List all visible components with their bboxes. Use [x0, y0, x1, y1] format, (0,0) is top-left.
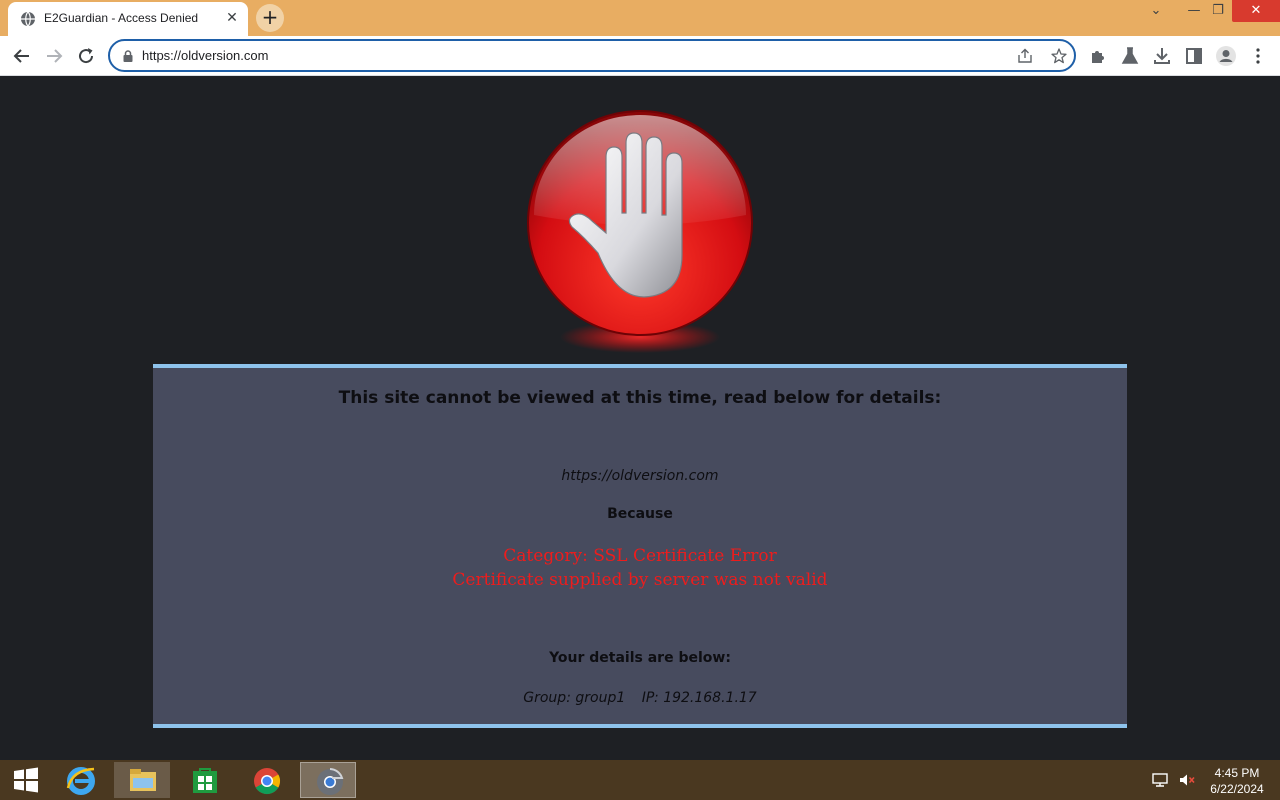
file-explorer-icon: [130, 769, 156, 791]
download-icon[interactable]: [1150, 44, 1174, 68]
tab-close-button[interactable]: ✕: [224, 10, 240, 26]
close-window-button[interactable]: ✕: [1232, 0, 1280, 22]
browser-tab[interactable]: E2Guardian - Access Denied ✕: [8, 2, 248, 36]
chrome-icon: [254, 768, 281, 795]
lock-icon[interactable]: [121, 49, 135, 63]
chrome-active-icon: [317, 768, 344, 795]
network-icon[interactable]: [1152, 772, 1170, 788]
panel-heading: This site cannot be viewed at this time,…: [338, 388, 942, 408]
bookmark-star-icon[interactable]: [1050, 47, 1068, 65]
arrow-left-icon[interactable]: [10, 44, 34, 68]
clock-date[interactable]: 6/22/2024: [1200, 782, 1274, 796]
reload-icon[interactable]: [74, 44, 98, 68]
because-label: Because: [607, 506, 673, 522]
taskbar-chrome[interactable]: [238, 762, 294, 798]
menu-icon[interactable]: [1246, 44, 1270, 68]
globe-icon: [21, 11, 35, 27]
taskbar-chrome-active[interactable]: [300, 762, 356, 798]
details-heading: Your details are below:: [549, 650, 731, 666]
block-details-panel: This site cannot be viewed at this time,…: [153, 364, 1127, 728]
blocked-url: https://oldversion.com: [561, 468, 719, 484]
taskbar-file-explorer[interactable]: [114, 762, 170, 798]
ip-value: IP: 192.168.1.17: [641, 690, 757, 706]
extensions-icon[interactable]: [1086, 44, 1110, 68]
windows-start-icon: [14, 767, 38, 793]
store-icon: [193, 768, 217, 793]
volume-muted-icon[interactable]: [1178, 772, 1196, 788]
clock-time[interactable]: 4:45 PM: [1200, 766, 1274, 780]
share-icon[interactable]: [1016, 47, 1034, 65]
tab-strip: E2Guardian - Access Denied ✕ + ⌄ — ❐ ✕: [0, 0, 1280, 36]
reason-category: Category: SSL Certificate Error: [503, 546, 777, 566]
taskbar-ie[interactable]: [52, 762, 108, 798]
labs-icon[interactable]: [1118, 44, 1142, 68]
address-bar[interactable]: https://oldversion.com: [108, 39, 1076, 72]
browser-toolbar: https://oldversion.com: [0, 36, 1280, 76]
reason-detail: Certificate supplied by server was not v…: [452, 570, 828, 590]
side-panel-icon[interactable]: [1182, 44, 1206, 68]
tab-title: E2Guardian - Access Denied: [44, 11, 199, 25]
tab-search-button[interactable]: ⌄: [1138, 0, 1174, 22]
start-button[interactable]: [0, 762, 52, 798]
taskbar-store[interactable]: [176, 762, 232, 798]
restore-button[interactable]: ❐: [1200, 0, 1236, 22]
arrow-right-icon[interactable]: [42, 44, 66, 68]
stop-hand-icon: [527, 110, 753, 353]
new-tab-button[interactable]: +: [256, 4, 284, 32]
url-text[interactable]: https://oldversion.com: [142, 48, 268, 63]
internet-explorer-icon: [66, 767, 95, 795]
group-value: Group: group1: [523, 690, 626, 706]
user-details: Group: group1 IP: 192.168.1.17: [153, 690, 1127, 706]
profile-icon[interactable]: [1214, 44, 1238, 68]
taskbar: 4:45 PM 6/22/2024: [0, 760, 1280, 800]
page-content: This site cannot be viewed at this time,…: [0, 77, 1280, 760]
